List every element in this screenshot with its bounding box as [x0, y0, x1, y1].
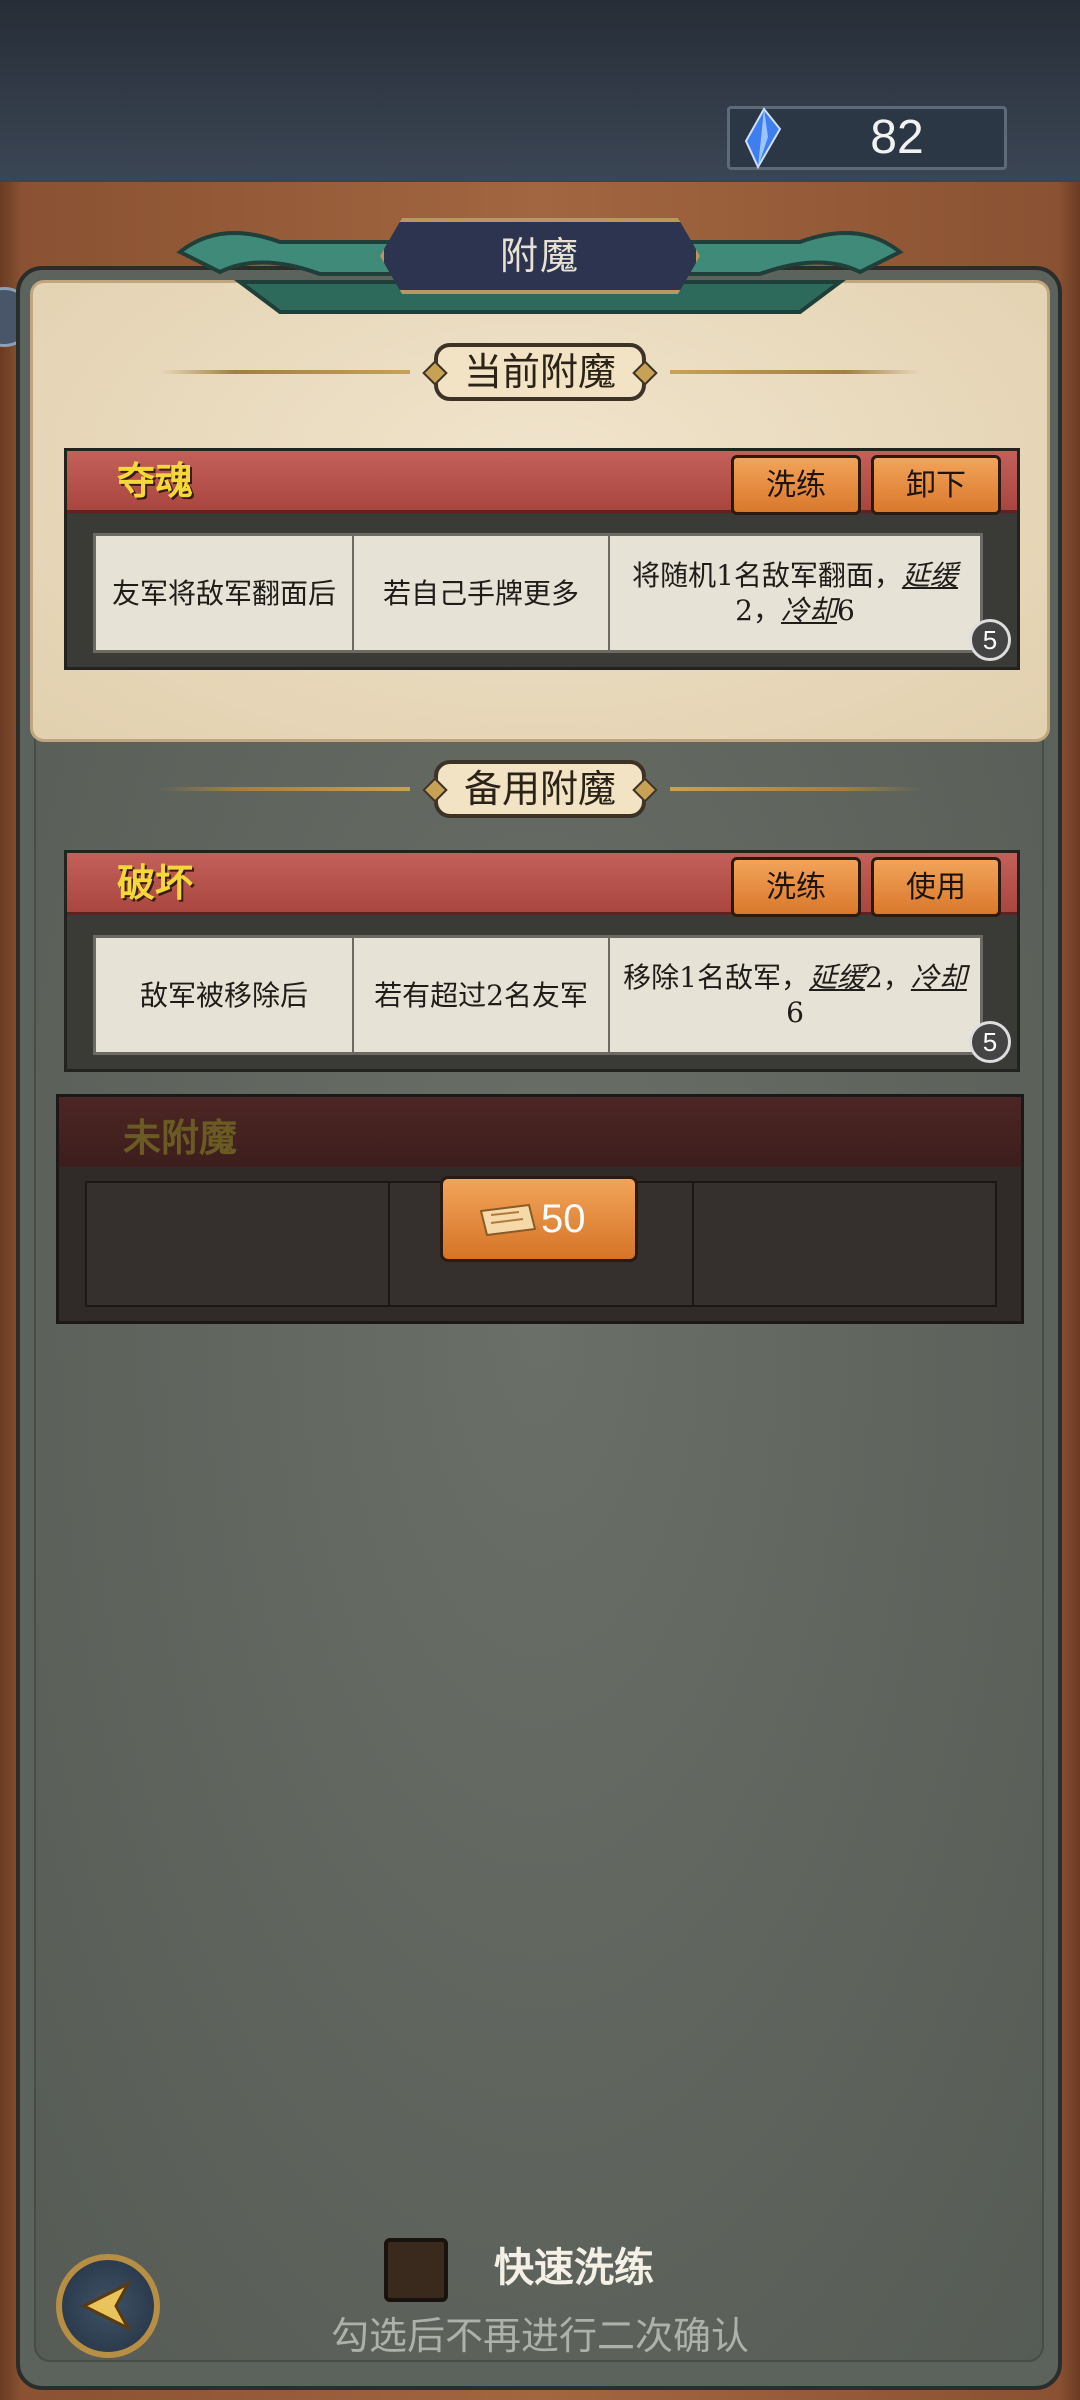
cooldown-value: 6 — [837, 594, 855, 627]
page-title: 附魔 — [499, 234, 580, 278]
cooldown-keyword[interactable]: 冷却 — [781, 594, 837, 627]
effect-cell: 移除1名敌军，延缓2，冷却 6 — [610, 938, 980, 1052]
enchant-detail-grid: 敌军被移除后 若有超过2名友军 移除1名敌军，延缓2，冷却 6 — [93, 935, 983, 1055]
empty-slot-header: 未附魔 — [59, 1097, 1021, 1167]
current-section-header: 当前附魔 — [160, 343, 920, 403]
backup-enchant-card: 破坏 洗练 使用 敌军被移除后 若有超过2名友军 移除1名敌军，延缓2，冷却6 … — [64, 850, 1020, 1072]
trigger-cell: 敌军被移除后 — [96, 938, 354, 1052]
current-enchant-card: 夺魂 洗练 卸下 友军将敌军翻面后 若自己手牌更多 将随机1名敌军翻面，延缓 2，… — [64, 448, 1020, 670]
trigger-cell: 友军将敌军翻面后 — [96, 536, 354, 650]
reroll-button[interactable]: 洗练 — [731, 455, 861, 515]
quick-reroll-checkbox[interactable] — [384, 2238, 448, 2302]
effect-cell: 将随机1名敌军翻面，延缓 2，冷却6 — [610, 536, 980, 650]
level-badge: 5 — [969, 1021, 1011, 1063]
enchant-name: 夺魂 — [117, 458, 194, 503]
use-button[interactable]: 使用 — [871, 857, 1001, 917]
cooldown-value: 6 — [786, 996, 804, 1029]
level-badge: 5 — [969, 619, 1011, 661]
backup-section-title: 备用附魔 — [433, 760, 647, 818]
enchant-detail-grid: 友军将敌军翻面后 若自己手牌更多 将随机1名敌军翻面，延缓 2，冷却6 — [93, 533, 983, 653]
delay-keyword[interactable]: 延缓 — [902, 559, 958, 592]
remove-button[interactable]: 卸下 — [871, 455, 1001, 515]
empty-slot-name: 未附魔 — [123, 1115, 238, 1160]
quick-reroll-label: 快速洗练 — [494, 2244, 654, 2291]
current-section-title: 当前附魔 — [433, 343, 647, 401]
ticket-icon — [479, 1203, 537, 1237]
backup-section-header: 备用附魔 — [160, 760, 920, 820]
condition-cell: 若自己手牌更多 — [354, 536, 610, 650]
currency-value: 82 — [870, 111, 924, 164]
condition-cell: 若有超过2名友军 — [354, 938, 610, 1052]
delay-value: 2， — [865, 961, 911, 994]
reroll-button[interactable]: 洗练 — [731, 857, 861, 917]
effect-text: 将随机1名敌军翻面， — [632, 559, 902, 592]
confirm-hint: 勾选后不再进行二次确认 — [330, 2314, 749, 2358]
enchant-cost-button[interactable]: 50 — [440, 1176, 638, 1262]
effect-text: 移除1名敌军， — [623, 961, 809, 994]
cost-value: 50 — [541, 1197, 586, 1241]
currency-display[interactable]: 82 — [727, 106, 1007, 170]
delay-keyword[interactable]: 延缓 — [809, 961, 865, 994]
enchant-name: 破坏 — [117, 860, 194, 905]
crystal-gem-icon — [744, 107, 782, 169]
delay-value: 2， — [735, 594, 781, 627]
cooldown-keyword[interactable]: 冷却 — [911, 961, 967, 994]
